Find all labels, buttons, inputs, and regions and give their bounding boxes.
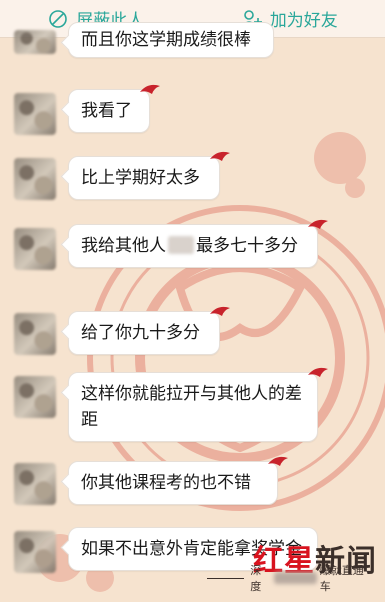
chat-message: 你其他课程考的也不错 — [0, 456, 385, 517]
chat-message: 给了你九十多分 — [0, 306, 385, 367]
avatar[interactable] — [14, 313, 56, 355]
bubble-decoration-icon — [308, 367, 328, 377]
chat-message: 这样你就能拉开与其他人的差距 — [0, 367, 385, 442]
divider-line — [207, 577, 245, 579]
message-text: 而且你这学期成绩很棒 — [81, 30, 251, 50]
logo-tagline: 深度 爆就直通车 — [207, 562, 371, 594]
message-bubble[interactable]: 我给其他人 最多七十多分 — [68, 219, 328, 268]
news-watermark-logo: 红星新闻 深度 爆就直通车 — [207, 530, 377, 600]
message-text: 这样你就能拉开与其他人的差距 — [81, 384, 302, 430]
message-bubble[interactable]: 比上学期好太多 — [68, 151, 230, 200]
avatar[interactable] — [14, 30, 56, 54]
bubble-decoration-icon — [210, 151, 230, 161]
redacted-text — [273, 572, 317, 584]
message-text: 给了你九十多分 — [81, 323, 200, 343]
avatar[interactable] — [14, 93, 56, 135]
logo-tagline-end: 爆就直通车 — [319, 564, 364, 593]
message-bubble[interactable]: 这样你就能拉开与其他人的差距 — [68, 367, 328, 442]
message-bubble[interactable]: 我看了 — [68, 84, 160, 133]
avatar[interactable] — [14, 228, 56, 270]
bubble-decoration-icon — [308, 219, 328, 229]
bubble-decoration-icon — [268, 456, 288, 466]
message-text-end: 最多七十多分 — [196, 236, 298, 256]
chat-message: 我给其他人 最多七十多分 — [0, 219, 385, 292]
logo-tagline-start: 深度 — [250, 564, 262, 593]
message-bubble[interactable]: 而且你这学期成绩很棒 — [68, 22, 274, 58]
avatar[interactable] — [14, 376, 56, 418]
message-text-start: 我给其他人 — [81, 236, 166, 256]
bubble-decoration-icon — [140, 84, 160, 94]
avatar[interactable] — [14, 531, 56, 573]
chat-message: 比上学期好太多 — [0, 151, 385, 212]
message-text: 比上学期好太多 — [81, 168, 200, 188]
avatar[interactable] — [14, 158, 56, 200]
bubble-decoration-icon — [210, 306, 230, 316]
avatar[interactable] — [14, 463, 56, 505]
message-text: 你其他课程考的也不错 — [81, 473, 251, 493]
message-text: 我看了 — [81, 101, 132, 121]
chat-message: 我看了 — [0, 84, 385, 145]
message-bubble[interactable]: 你其他课程考的也不错 — [68, 456, 288, 505]
chat-message: 而且你这学期成绩很棒 — [0, 22, 385, 86]
message-bubble[interactable]: 给了你九十多分 — [68, 306, 230, 355]
redacted-text — [168, 236, 194, 254]
